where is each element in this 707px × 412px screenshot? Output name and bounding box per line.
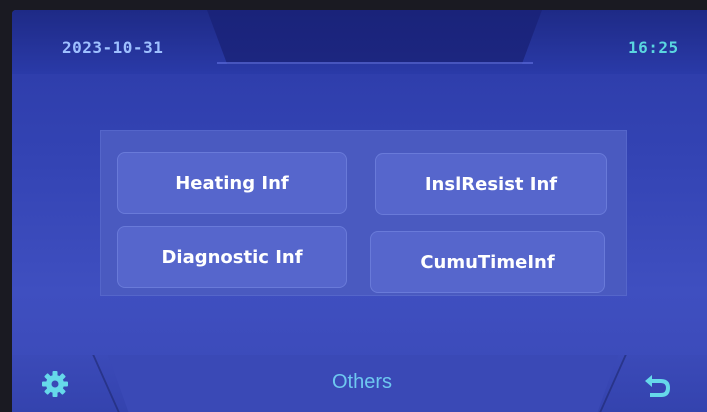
back-button[interactable] [642,372,672,398]
gear-icon [42,371,68,397]
back-arrow-icon [645,375,670,397]
top-bar-edge [217,62,533,64]
insl-resist-inf-button[interactable]: InslResist Inf [375,153,607,215]
top-bar-center [207,10,542,64]
menu-panel: Heating Inf InslResist Inf Diagnostic In… [100,130,627,296]
date-display: 2023-10-31 [62,38,164,57]
hmi-screen: 2023-10-31 16:25 Heating Inf InslResist … [12,10,707,412]
settings-button[interactable] [40,369,70,399]
diagnostic-inf-button[interactable]: Diagnostic Inf [117,226,347,288]
heating-inf-button[interactable]: Heating Inf [117,152,347,214]
cumu-time-inf-button[interactable]: CumuTimeInf [370,231,605,293]
time-display: 16:25 [628,38,679,57]
page-title: Others [331,371,393,393]
